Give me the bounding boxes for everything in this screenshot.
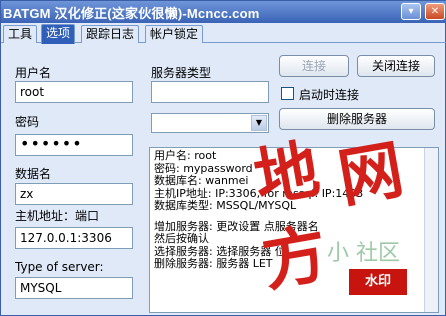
title-bar[interactable]: BATGM 汉化修正(这家伙很懒)-Mcncc.com ▾ ✕	[1, 1, 446, 23]
watermark-glyph: 地	[248, 132, 325, 217]
dbname-label: 数据名	[15, 167, 52, 181]
server-type-label: Type of server:	[15, 260, 104, 274]
close-button[interactable]: ✕	[425, 3, 445, 20]
watermark-glyph: 网	[332, 132, 409, 217]
chevron-down-icon[interactable]: ▼	[251, 115, 267, 131]
password-field[interactable]: ••••••	[15, 134, 133, 156]
host-label: 主机地址：端口	[15, 209, 100, 223]
server-class-label: 服务器类型	[151, 66, 212, 80]
window-title: BATGM 汉化修正(这家伙很懒)-Mcncc.com	[3, 6, 260, 21]
minimize-button[interactable]: ▾	[401, 3, 421, 20]
server-select[interactable]: ▼	[151, 113, 269, 133]
info-scrollbar[interactable]	[424, 148, 438, 312]
tab-account-lock[interactable]: 帐户锁定	[145, 25, 204, 43]
server-type-field[interactable]: MYSQL	[15, 277, 133, 299]
app-window: BATGM 汉化修正(这家伙很懒)-Mcncc.com ▾ ✕ 工具 选项 跟踪…	[0, 0, 446, 316]
disconnect-button[interactable]: 关闭连接	[357, 55, 435, 77]
watermark-glyph: 方	[256, 216, 333, 301]
autoconnect-checkbox[interactable]	[281, 87, 294, 100]
username-label: 用户名	[15, 66, 52, 80]
watermark-stamp: 水印	[349, 269, 407, 295]
autoconnect-label: 启动时连接	[299, 88, 360, 102]
watermark-text: 小 社区	[327, 241, 400, 266]
password-label: 密码	[15, 115, 40, 129]
delete-server-button[interactable]: 删除服务器	[279, 108, 435, 130]
tab-options[interactable]: 选项	[41, 24, 76, 44]
host-field[interactable]: 127.0.0.1:3306	[15, 227, 133, 249]
connect-button[interactable]: 连接	[279, 55, 349, 77]
dbname-field[interactable]: zx	[15, 183, 133, 205]
username-field[interactable]: root	[15, 81, 133, 103]
tab-tools[interactable]: 工具	[3, 25, 38, 43]
tab-bar: 工具 选项 跟踪日志 帐户锁定	[1, 23, 446, 44]
server-class-field[interactable]	[151, 81, 269, 103]
tab-trace-log[interactable]: 跟踪日志	[81, 25, 140, 43]
